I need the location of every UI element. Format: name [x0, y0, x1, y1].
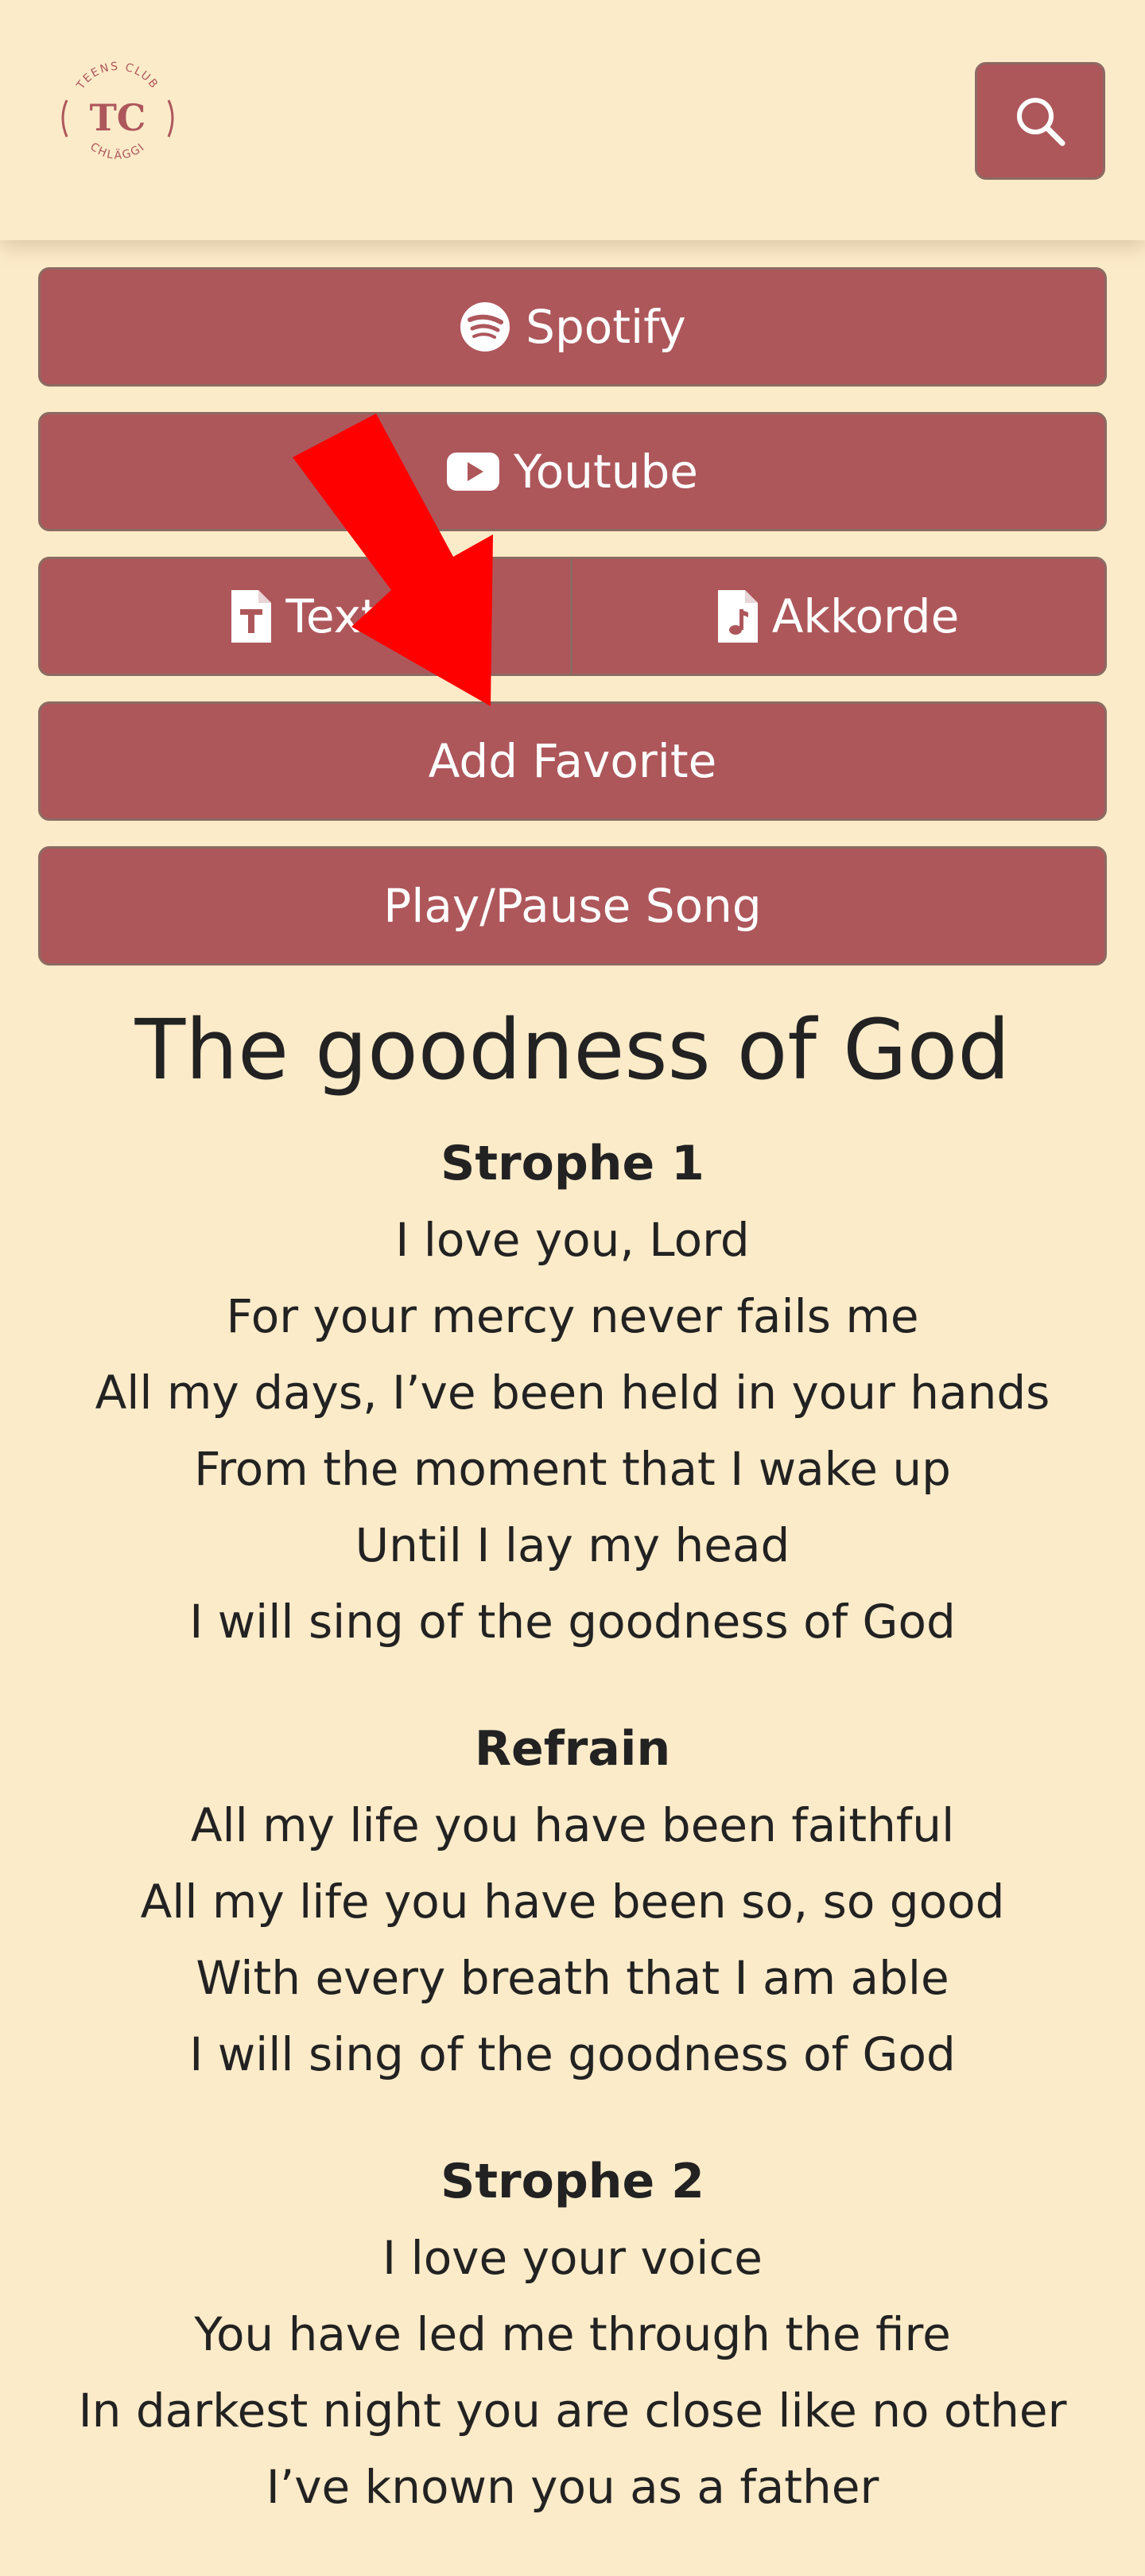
lyric-line: I will sing of the goodness of God: [189, 2027, 956, 2081]
lyric-line: I will sing of the goodness of God: [189, 1595, 956, 1649]
teens-club-logo[interactable]: TEENS CLUB CHLÄGGI TC: [56, 56, 180, 180]
logo-top-text: TEENS CLUB: [74, 60, 159, 92]
spotify-button-label: Spotify: [526, 300, 686, 354]
song-title: The goodness of God: [134, 1001, 1011, 1098]
lyric-line: I love you, Lord: [395, 1213, 750, 1267]
lyric-line: For your mercy never fails me: [226, 1289, 919, 1343]
search-button[interactable]: [975, 62, 1105, 180]
annotation-arrow-icon: [293, 414, 493, 706]
lyrics: Strophe 1 I love you, Lord For your merc…: [0, 1125, 1145, 2576]
chords-button[interactable]: Akkorde: [572, 559, 1104, 674]
lyric-line: From the moment that I wake up: [194, 1442, 951, 1496]
lyric-line: With every breath that I am able: [196, 1951, 949, 2005]
section-title: Refrain: [474, 1721, 671, 1777]
lyric-line: I’ve known you as a father: [266, 2460, 879, 2514]
search-icon: [1017, 98, 1065, 146]
lyric-line: You have led me through the fire: [194, 2307, 951, 2361]
logo-monogram: TC: [90, 96, 146, 139]
play-pause-button-label: Play/Pause Song: [383, 879, 762, 933]
lyrics-section: Refrain All my life you have been faithf…: [0, 1711, 1145, 2092]
add-favorite-button-label: Add Favorite: [428, 734, 717, 788]
spotify-button[interactable]: Spotify: [38, 267, 1107, 387]
text-file-icon: [231, 590, 272, 643]
lyrics-section: Strophe 1 I love you, Lord For your merc…: [0, 1125, 1145, 1660]
lyric-line: In darkest night you are close like no o…: [78, 2384, 1067, 2438]
lyric-line: All my life you have been so, so good: [140, 1875, 1005, 1929]
section-title: Strophe 1: [441, 1136, 704, 1191]
lyrics-section: Strophe 2 I love your voice You have led…: [0, 2143, 1145, 2525]
lyric-line: All my days, I’ve been held in your hand…: [95, 1366, 1050, 1420]
chords-button-label: Akkorde: [771, 589, 960, 643]
spotify-icon: [460, 302, 510, 352]
text-chords-button-group: Text Akkorde: [38, 557, 1107, 676]
header: TEENS CLUB CHLÄGGI TC: [0, 0, 1145, 240]
svg-text:CHLÄGGI: CHLÄGGI: [87, 140, 148, 161]
youtube-button-label: Youtube: [514, 445, 698, 499]
logo-bottom-text: CHLÄGGI: [87, 140, 146, 161]
youtube-button[interactable]: Youtube: [38, 412, 1107, 531]
lyric-line: I love your voice: [382, 2231, 763, 2285]
lyric-line: Until I lay my head: [355, 1518, 790, 1572]
lyric-line: All my life you have been faithful: [190, 1798, 955, 1852]
play-pause-button[interactable]: Play/Pause Song: [38, 846, 1107, 966]
add-favorite-button[interactable]: Add Favorite: [38, 701, 1107, 821]
music-file-icon: [717, 590, 758, 643]
svg-text:TEENS CLUB: TEENS CLUB: [74, 60, 161, 92]
section-title: Strophe 2: [441, 2154, 704, 2209]
